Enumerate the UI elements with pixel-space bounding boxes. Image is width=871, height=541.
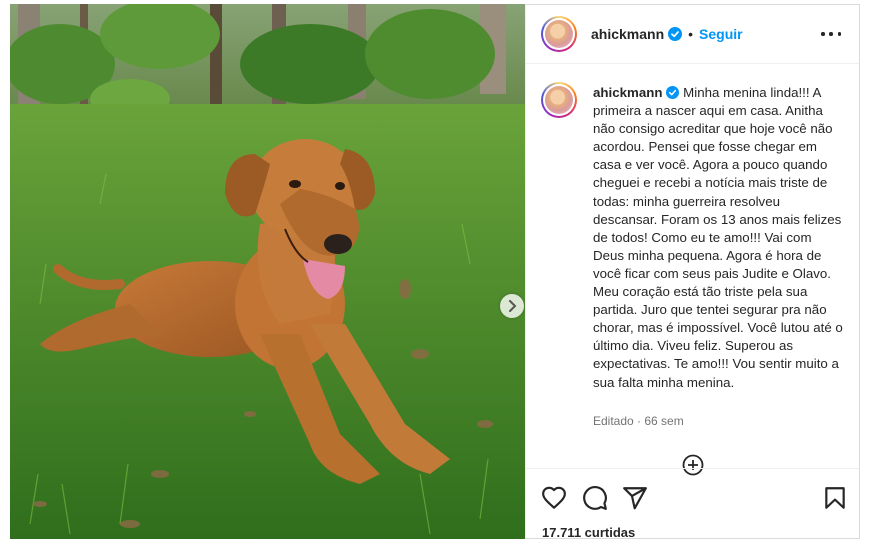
follow-button[interactable]: Seguir <box>699 26 743 42</box>
verified-badge-icon <box>668 27 683 41</box>
edited-timestamp: Editado · 66 sem <box>593 414 684 428</box>
chevron-right-icon <box>509 300 517 312</box>
avatar[interactable] <box>541 16 577 52</box>
caption-username[interactable]: ahickmann <box>593 85 662 100</box>
post-header: ahickmann • Seguir <box>526 5 859 64</box>
caption-avatar[interactable] <box>541 82 577 118</box>
likes-count[interactable]: 17.711 curtidas <box>542 525 635 540</box>
post-image[interactable] <box>10 4 525 539</box>
post-side-panel: ahickmann • Seguir ahickmann Minha menin… <box>525 4 860 541</box>
verified-badge-icon <box>666 86 680 99</box>
caption-text: Minha menina linda!!! A primeira a nasce… <box>593 85 843 390</box>
username-link[interactable]: ahickmann <box>591 26 664 42</box>
share-icon[interactable] <box>622 485 648 511</box>
more-options-icon[interactable] <box>821 26 841 42</box>
comments-area: ahickmann Minha menina linda!!! A primei… <box>526 64 859 476</box>
separator-dot: • <box>688 26 694 42</box>
bookmark-icon[interactable] <box>822 485 848 511</box>
comment-icon[interactable] <box>582 485 608 511</box>
post-actions: 17.711 curtidas <box>526 468 859 541</box>
next-image-button[interactable] <box>500 294 524 318</box>
heart-icon[interactable] <box>541 485 567 511</box>
dog-photo <box>10 4 525 539</box>
post-caption: ahickmann Minha menina linda!!! A primei… <box>593 84 843 392</box>
